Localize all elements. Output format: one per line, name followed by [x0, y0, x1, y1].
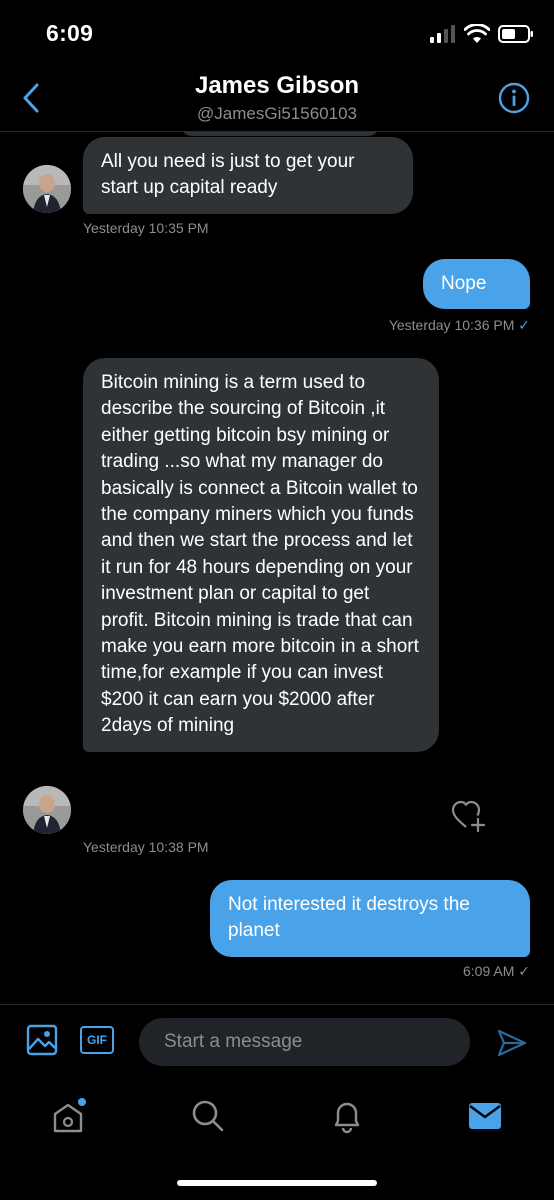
battery-icon	[498, 25, 533, 43]
status-time: 6:09	[46, 20, 94, 46]
image-icon	[26, 1024, 58, 1056]
avatar[interactable]	[23, 165, 71, 213]
mail-icon	[469, 1103, 501, 1129]
message-timestamp: 6:09 AM ✓	[463, 963, 530, 980]
gif-icon: GIF	[80, 1026, 114, 1054]
message-timestamp: Yesterday 10:36 PM ✓	[389, 317, 530, 334]
bell-icon	[334, 1102, 360, 1134]
tab-home[interactable]	[46, 1094, 90, 1138]
avatar[interactable]	[23, 786, 71, 834]
wifi-icon	[464, 24, 490, 43]
message-timestamp: Yesterday 10:38 PM	[83, 839, 209, 855]
sent-check-icon: ✓	[518, 317, 530, 333]
message-bubble-outgoing[interactable]: Nope	[423, 259, 530, 310]
avatar-image	[23, 165, 71, 213]
message-thread[interactable]: All you need is just to get your start u…	[0, 132, 554, 1004]
message-timestamp-text: 6:09 AM	[463, 963, 515, 979]
gif-label: GIF	[87, 1033, 107, 1047]
avatar-image	[23, 786, 71, 834]
react-button[interactable]	[451, 800, 487, 837]
status-icons	[430, 24, 534, 44]
tab-notifications[interactable]	[325, 1094, 369, 1138]
signal-icon	[430, 25, 455, 43]
message-bubble-incoming[interactable]: All you need is just to get your start u…	[83, 137, 413, 214]
info-icon	[498, 82, 530, 114]
conversation-header: James Gibson @JamesGi51560103	[0, 62, 554, 132]
tab-messages[interactable]	[463, 1094, 507, 1138]
heart-plus-icon	[451, 800, 486, 833]
home-icon	[53, 1098, 86, 1133]
info-button[interactable]	[498, 82, 530, 114]
contact-handle: @JamesGi51560103	[197, 104, 357, 123]
message-input[interactable]	[139, 1018, 470, 1066]
contact-name[interactable]: James Gibson	[0, 72, 554, 100]
message-timestamp: Yesterday 10:35 PM	[83, 220, 209, 236]
send-icon	[497, 1029, 527, 1057]
message-timestamp-text: Yesterday 10:36 PM	[388, 317, 515, 333]
previous-message-bubble	[180, 132, 380, 136]
message-bubble-outgoing[interactable]: Not interested it destroys the planet	[210, 880, 530, 957]
add-image-button[interactable]	[24, 1022, 60, 1058]
message-bubble-incoming[interactable]: Bitcoin mining is a term used to describ…	[83, 358, 439, 752]
sent-check-icon: ✓	[518, 963, 530, 979]
message-composer: GIF	[0, 1004, 554, 1080]
add-gif-button[interactable]: GIF	[80, 1024, 114, 1056]
status-bar: 6:09	[0, 0, 554, 62]
tab-search[interactable]	[186, 1094, 230, 1138]
home-indicator	[177, 1180, 377, 1186]
search-icon	[192, 1100, 224, 1132]
send-button[interactable]	[494, 1025, 530, 1061]
